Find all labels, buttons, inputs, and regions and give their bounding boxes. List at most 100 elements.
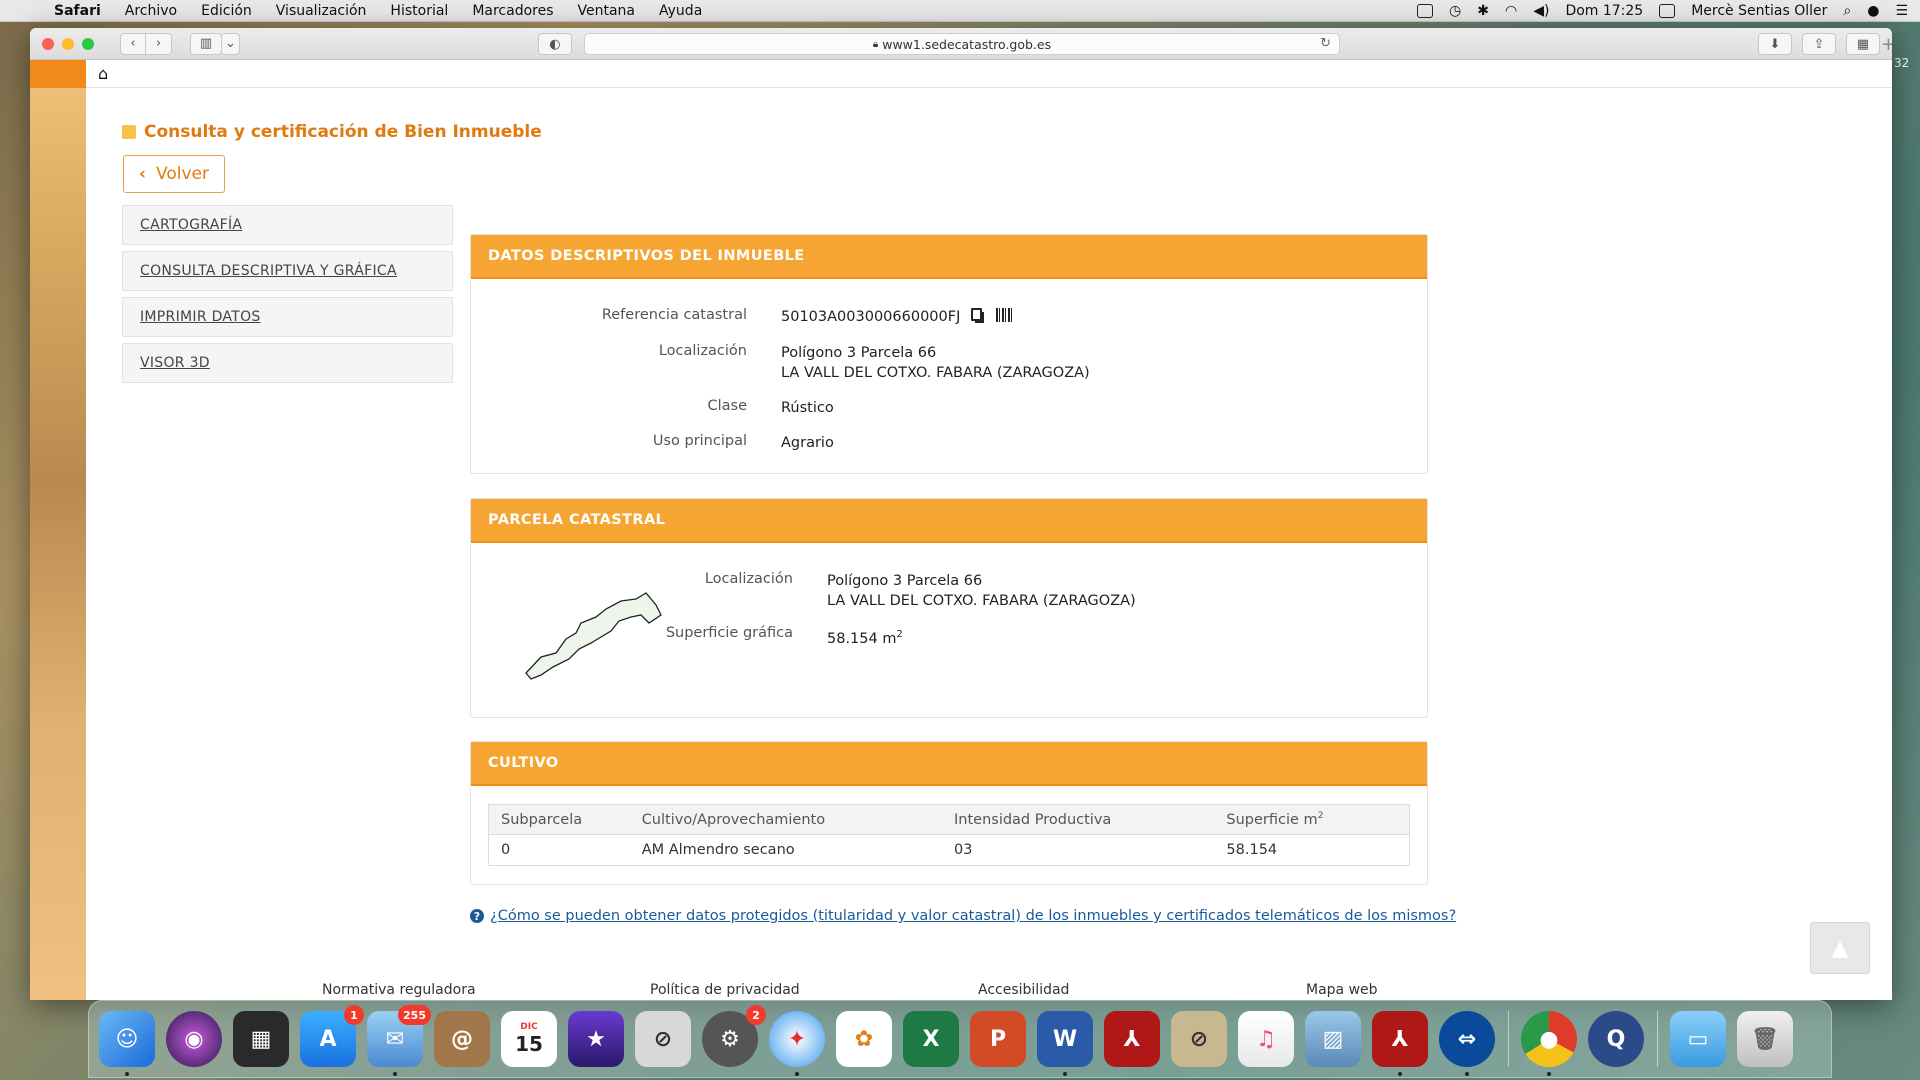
share-button[interactable]: ⇪	[1802, 33, 1836, 55]
nav-imprimir-datos[interactable]: IMPRIMIR DATOS	[122, 297, 453, 337]
excel-icon[interactable]: X	[903, 1011, 959, 1067]
privacy-report-button[interactable]: ◐	[538, 33, 572, 55]
trash-icon[interactable]: 🗑︎	[1737, 1011, 1793, 1067]
acrobat-reader-icon[interactable]: ⅄	[1372, 1011, 1428, 1076]
imovie-icon[interactable]: ★	[568, 1011, 624, 1067]
contacts-icon[interactable]: @	[434, 1011, 490, 1067]
parcela-loc-row: Localización Polígono 3 Parcela 66 LA VA…	[471, 571, 1136, 611]
safari-icon[interactable]: ✦	[769, 1011, 825, 1076]
scroll-top-button[interactable]: ▲	[1810, 922, 1870, 974]
bluetooth-icon[interactable]: ✱	[1477, 3, 1489, 19]
footer-accesibilidad[interactable]: Accesibilidad	[978, 982, 1069, 998]
grid-icon: ▦	[1856, 36, 1870, 52]
word-icon[interactable]: W	[1037, 1011, 1093, 1076]
sidebar-dropdown[interactable]: ⌄	[222, 32, 240, 55]
chrome-icon[interactable]: ●	[1521, 1011, 1577, 1076]
cell-subparcela: 0	[501, 842, 511, 858]
acrobat-icon[interactable]: ⅄	[1104, 1011, 1160, 1067]
nav-consulta-descriptiva[interactable]: CONSULTA DESCRIPTIVA Y GRÁFICA	[122, 251, 453, 291]
toolbar-right: ⬇ ⇪ ▦	[1748, 33, 1880, 55]
teamviewer-icon[interactable]: ⇔	[1439, 1011, 1495, 1076]
menu-ventana[interactable]: Ventana	[566, 3, 648, 19]
chevron-left-icon: ‹	[139, 164, 147, 184]
quicktime-icon[interactable]: Q	[1588, 1011, 1644, 1067]
clase-label: Clase	[707, 398, 747, 414]
barcode-icon[interactable]	[995, 307, 1012, 322]
nav-visor-3d[interactable]: VISOR 3D	[122, 343, 453, 383]
mail-icon[interactable]: ✉ 255	[367, 1005, 431, 1076]
sidebar-button[interactable]: ▥	[190, 32, 222, 55]
cultivo-table: Subparcela Cultivo/Aprovechamiento Inten…	[488, 804, 1410, 866]
screen-icon[interactable]	[1417, 3, 1434, 18]
footer-privacidad[interactable]: Política de privacidad	[650, 982, 800, 998]
blocked-app-2-icon[interactable]: ⊘	[1171, 1011, 1227, 1067]
user-card-icon[interactable]	[1659, 3, 1676, 18]
siri-icon[interactable]: ●	[1867, 3, 1879, 19]
running-indicator	[1547, 1072, 1551, 1076]
address-bar[interactable]: 🔒︎ www1.sedecatastro.gob.es ↻	[584, 33, 1340, 55]
home-icon[interactable]: ⌂	[98, 64, 108, 83]
reload-icon[interactable]: ↻	[1320, 36, 1331, 51]
menu-visualizacion[interactable]: Visualización	[264, 3, 379, 19]
zoom-button[interactable]	[82, 37, 94, 50]
forward-nav-button[interactable]: ›	[146, 32, 172, 55]
system-preferences-icon[interactable]: ⚙ 2	[702, 1005, 766, 1067]
powerpoint-icon[interactable]: P	[970, 1011, 1026, 1067]
volver-button[interactable]: ‹ Volver	[123, 155, 225, 193]
siri-app-icon[interactable]: ◉	[166, 1011, 222, 1067]
volume-icon[interactable]: ◀)	[1533, 3, 1549, 19]
footer-mapa-web[interactable]: Mapa web	[1306, 982, 1378, 998]
menu-archivo[interactable]: Archivo	[113, 3, 189, 19]
back-nav-button[interactable]: ‹	[120, 32, 146, 55]
running-indicator	[1465, 1072, 1469, 1076]
menu-ayuda[interactable]: Ayuda	[647, 3, 714, 19]
time-machine-icon[interactable]: ◷	[1449, 3, 1461, 19]
notification-center-icon[interactable]: ☰	[1895, 3, 1908, 19]
downloads-button[interactable]: ⬇	[1758, 33, 1792, 55]
copy-icon[interactable]	[970, 308, 982, 321]
sidebar-icon: ▥	[199, 36, 213, 51]
menu-marcadores[interactable]: Marcadores	[460, 3, 565, 19]
clock[interactable]: Dom 17:25	[1565, 3, 1643, 19]
preview-icon[interactable]: ▨	[1305, 1011, 1361, 1067]
lock-icon: 🔒︎	[872, 38, 879, 50]
applications-folder-icon[interactable]: ▭	[1670, 1011, 1726, 1067]
loc-row: Localización Polígono 3 Parcela 66 LA VA…	[471, 343, 1090, 383]
parcela-loc-label: Localización	[704, 571, 793, 587]
cultivo-panel: CULTIVO Subparcela Cultivo/Aprovechamien…	[470, 741, 1428, 885]
menu-app[interactable]: Safari	[44, 3, 113, 19]
tab-overview-button[interactable]: ▦	[1846, 33, 1880, 55]
itunes-icon[interactable]: ♫	[1238, 1011, 1294, 1067]
cultivo-heading: CULTIVO	[471, 742, 1427, 786]
app-store-icon[interactable]: A1	[300, 1005, 364, 1067]
spotlight-icon[interactable]: ⌕	[1843, 3, 1851, 19]
finder-icon[interactable]: ☺	[99, 1011, 155, 1076]
menu-historial[interactable]: Historial	[378, 3, 460, 19]
mail-badge: 255	[398, 1005, 431, 1025]
running-indicator	[1398, 1072, 1402, 1076]
close-button[interactable]	[42, 37, 54, 50]
help-link[interactable]: ? ¿Cómo se pueden obtener datos protegid…	[470, 908, 1456, 924]
footer-normativa[interactable]: Normativa reguladora	[322, 982, 476, 998]
new-tab-button[interactable]: +	[1881, 34, 1892, 55]
wifi-icon[interactable]: ◠	[1505, 3, 1517, 19]
col-superficie-text: Superficie m	[1226, 811, 1318, 828]
calendar-icon[interactable]: DIC 15	[501, 1011, 557, 1067]
download-icon: ⬇	[1769, 36, 1781, 52]
blocked-app-icon[interactable]: ⊘	[635, 1011, 691, 1067]
nav-cartografia[interactable]: CARTOGRAFÍA	[122, 205, 453, 245]
menu-edicion[interactable]: Edición	[189, 3, 264, 19]
photos-icon[interactable]: ✿	[836, 1011, 892, 1067]
question-icon: ?	[470, 909, 484, 923]
clase-row: Clase Rústico	[471, 398, 833, 418]
superficie-value: 58.154 m2	[827, 625, 903, 649]
user-name[interactable]: Mercè Sentias Oller	[1691, 3, 1827, 19]
shield-icon: ◐	[549, 36, 561, 52]
browser-toolbar: ‹ › ▥ ⌄ ◐ 🔒︎ www1.sedecatastro.gob.es ↻ …	[30, 28, 1892, 60]
superficie-exponent: 2	[896, 629, 903, 640]
minimize-button[interactable]	[62, 37, 74, 50]
url-text: www1.sedecatastro.gob.es	[882, 36, 1052, 52]
mission-control-icon[interactable]: ▦	[233, 1011, 289, 1067]
page-title: Consulta y certificación de Bien Inmuebl…	[122, 122, 542, 142]
cell-superficie: 58.154	[1226, 842, 1278, 858]
